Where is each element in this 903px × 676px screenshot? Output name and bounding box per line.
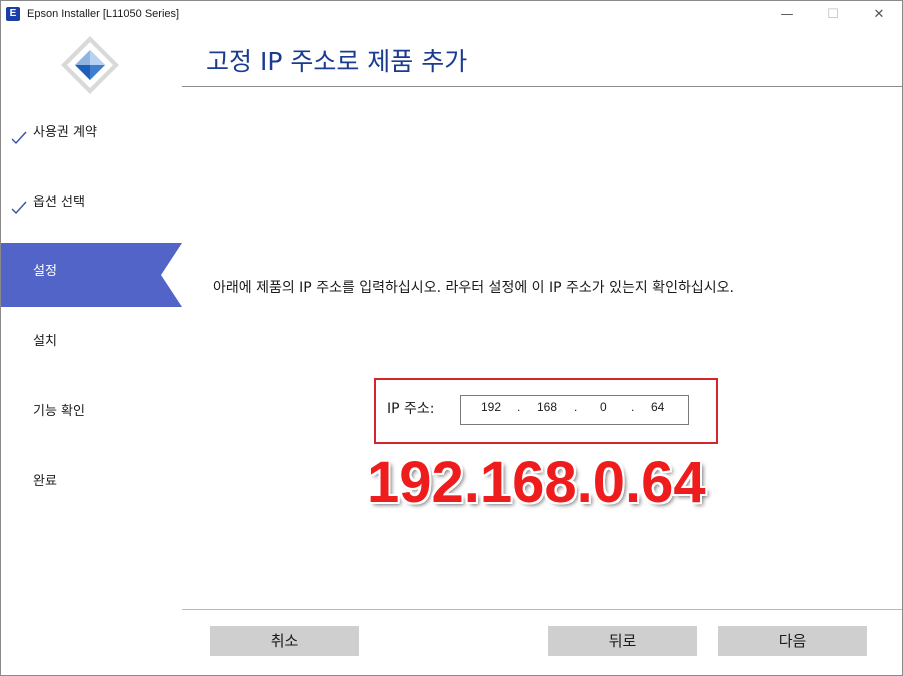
- sidebar-step-label: 사용권 계약: [33, 125, 97, 140]
- maximize-button[interactable]: ☐: [810, 1, 856, 29]
- ip-octet-1[interactable]: 192: [481, 400, 501, 414]
- ip-octet-4[interactable]: 64: [651, 400, 664, 414]
- window-title: Epson Installer [L11050 Series]: [27, 8, 180, 20]
- ip-separator: .: [574, 400, 578, 414]
- next-button[interactable]: 다음: [718, 626, 867, 656]
- sidebar-step-install: 설치: [1, 313, 182, 377]
- close-button[interactable]: ✕: [856, 1, 902, 29]
- check-icon: [11, 201, 27, 215]
- title-bar: E Epson Installer [L11050 Series] — ☐ ✕: [1, 1, 902, 29]
- instruction-text: 아래에 제품의 IP 주소를 입력하십시오. 라우터 설정에 이 IP 주소가 …: [213, 280, 734, 296]
- sidebar-step-options: 옵션 선택: [1, 183, 182, 247]
- sidebar-step-feature-check: 기능 확인: [1, 383, 182, 447]
- page-title: 고정 IP 주소로 제품 추가: [206, 47, 468, 76]
- installer-window: E Epson Installer [L11050 Series] — ☐ ✕ …: [0, 0, 903, 676]
- sidebar-step-label: 설치: [33, 334, 57, 349]
- check-icon: [11, 131, 27, 145]
- sidebar-step-label: 완료: [33, 474, 57, 489]
- ip-octet-2[interactable]: 168: [537, 400, 557, 414]
- active-step-pointer: [161, 243, 182, 307]
- epson-app-icon: E: [6, 7, 20, 21]
- sidebar-step-complete: 완료: [1, 453, 182, 517]
- active-step-highlight: [1, 243, 182, 307]
- ip-address-label: IP 주소:: [387, 401, 435, 417]
- ip-octet-3[interactable]: 0: [600, 400, 607, 414]
- sidebar-step-label: 옵션 선택: [33, 195, 85, 210]
- minimize-button[interactable]: —: [764, 1, 810, 29]
- sidebar-step-label: 기능 확인: [33, 404, 85, 419]
- ip-annotation: 192.168.0.64: [367, 450, 706, 515]
- diamond-logo-icon: [61, 36, 119, 94]
- sidebar-step-label: 설정: [33, 264, 57, 279]
- steps-sidebar: 사용권 계약 옵션 선택 설정 설치 기능 확인 완료: [1, 29, 182, 675]
- sidebar-step-license: 사용권 계약: [1, 113, 182, 177]
- back-button[interactable]: 뒤로: [548, 626, 697, 656]
- cancel-button[interactable]: 취소: [210, 626, 359, 656]
- header-divider: [182, 86, 902, 87]
- ip-separator: .: [517, 400, 521, 414]
- footer-divider: [182, 609, 902, 610]
- sidebar-step-setup: 설정: [1, 243, 182, 307]
- ip-address-field[interactable]: 192 . 168 . 0 . 64: [460, 395, 689, 425]
- ip-separator: .: [631, 400, 635, 414]
